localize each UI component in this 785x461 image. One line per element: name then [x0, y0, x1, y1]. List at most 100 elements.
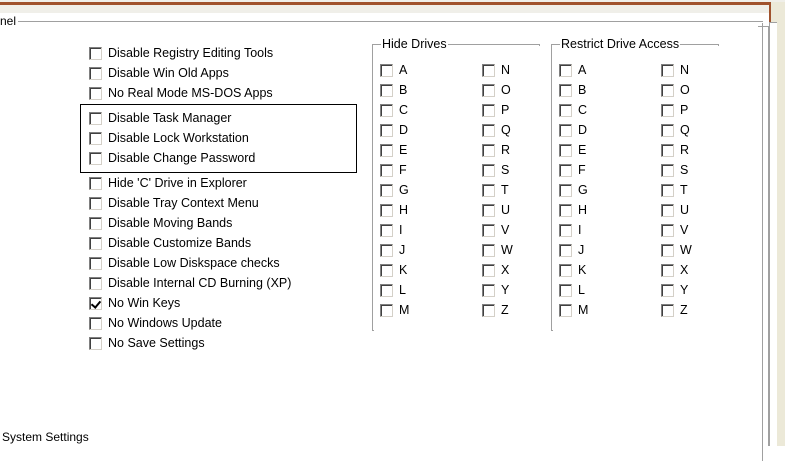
- checkbox[interactable]: [559, 144, 572, 157]
- restrict-drive-o[interactable]: O: [661, 83, 690, 98]
- option-hide-c-drive-in-explorer[interactable]: Hide 'C' Drive in Explorer: [89, 176, 247, 191]
- restrict-drive-y[interactable]: Y: [661, 283, 688, 298]
- checkbox[interactable]: [559, 64, 572, 77]
- hide-drive-l[interactable]: L: [380, 283, 406, 298]
- checkbox[interactable]: [380, 104, 393, 117]
- option-disable-internal-cd-burning-xp[interactable]: Disable Internal CD Burning (XP): [89, 276, 291, 291]
- checkbox-checked[interactable]: [89, 297, 102, 310]
- checkbox[interactable]: [89, 217, 102, 230]
- option-no-real-mode-ms-dos-apps[interactable]: No Real Mode MS-DOS Apps: [89, 86, 273, 101]
- checkbox[interactable]: [661, 204, 674, 217]
- restrict-drive-v[interactable]: V: [661, 223, 688, 238]
- hide-drive-x[interactable]: X: [482, 263, 509, 278]
- checkbox[interactable]: [661, 164, 674, 177]
- checkbox[interactable]: [661, 184, 674, 197]
- checkbox[interactable]: [380, 244, 393, 257]
- checkbox[interactable]: [89, 257, 102, 270]
- checkbox[interactable]: [89, 87, 102, 100]
- hide-drive-i[interactable]: I: [380, 223, 402, 238]
- checkbox[interactable]: [661, 64, 674, 77]
- option-disable-tray-context-menu[interactable]: Disable Tray Context Menu: [89, 196, 259, 211]
- checkbox[interactable]: [482, 204, 495, 217]
- hide-drive-g[interactable]: G: [380, 183, 409, 198]
- option-no-save-settings[interactable]: No Save Settings: [89, 336, 205, 351]
- hide-drive-b[interactable]: B: [380, 83, 407, 98]
- hide-drive-d[interactable]: D: [380, 123, 408, 138]
- hide-drive-e[interactable]: E: [380, 143, 407, 158]
- checkbox[interactable]: [380, 184, 393, 197]
- checkbox[interactable]: [559, 124, 572, 137]
- restrict-drive-u[interactable]: U: [661, 203, 689, 218]
- checkbox[interactable]: [661, 224, 674, 237]
- option-no-win-keys[interactable]: No Win Keys: [89, 296, 180, 311]
- restrict-drive-a[interactable]: A: [559, 63, 586, 78]
- hide-drive-v[interactable]: V: [482, 223, 509, 238]
- checkbox[interactable]: [559, 284, 572, 297]
- restrict-drive-m[interactable]: M: [559, 303, 588, 318]
- restrict-drive-r[interactable]: R: [661, 143, 689, 158]
- hide-drive-z[interactable]: Z: [482, 303, 509, 318]
- hide-drive-p[interactable]: P: [482, 103, 509, 118]
- checkbox[interactable]: [559, 184, 572, 197]
- restrict-drive-w[interactable]: W: [661, 243, 692, 258]
- checkbox[interactable]: [89, 277, 102, 290]
- option-disable-moving-bands[interactable]: Disable Moving Bands: [89, 216, 232, 231]
- option-disable-customize-bands[interactable]: Disable Customize Bands: [89, 236, 251, 251]
- checkbox[interactable]: [482, 104, 495, 117]
- hide-drive-y[interactable]: Y: [482, 283, 509, 298]
- checkbox[interactable]: [661, 144, 674, 157]
- restrict-drive-g[interactable]: G: [559, 183, 588, 198]
- checkbox[interactable]: [380, 284, 393, 297]
- hide-drive-c[interactable]: C: [380, 103, 408, 118]
- hide-drive-s[interactable]: S: [482, 163, 509, 178]
- checkbox[interactable]: [559, 244, 572, 257]
- checkbox[interactable]: [380, 144, 393, 157]
- restrict-drive-q[interactable]: Q: [661, 123, 690, 138]
- checkbox[interactable]: [661, 304, 674, 317]
- checkbox[interactable]: [482, 284, 495, 297]
- hide-drive-h[interactable]: H: [380, 203, 408, 218]
- checkbox[interactable]: [380, 164, 393, 177]
- restrict-drive-c[interactable]: C: [559, 103, 587, 118]
- restrict-drive-h[interactable]: H: [559, 203, 587, 218]
- checkbox[interactable]: [380, 84, 393, 97]
- checkbox[interactable]: [482, 164, 495, 177]
- checkbox[interactable]: [559, 164, 572, 177]
- checkbox[interactable]: [661, 124, 674, 137]
- restrict-drive-i[interactable]: I: [559, 223, 581, 238]
- hide-drive-r[interactable]: R: [482, 143, 510, 158]
- checkbox[interactable]: [661, 264, 674, 277]
- checkbox[interactable]: [559, 224, 572, 237]
- checkbox[interactable]: [380, 204, 393, 217]
- hide-drive-w[interactable]: W: [482, 243, 513, 258]
- restrict-drive-k[interactable]: K: [559, 263, 586, 278]
- checkbox[interactable]: [482, 264, 495, 277]
- checkbox[interactable]: [559, 204, 572, 217]
- option-disable-low-diskspace-checks[interactable]: Disable Low Diskspace checks: [89, 256, 280, 271]
- checkbox[interactable]: [89, 47, 102, 60]
- checkbox[interactable]: [661, 284, 674, 297]
- checkbox[interactable]: [559, 84, 572, 97]
- restrict-drive-l[interactable]: L: [559, 283, 585, 298]
- checkbox[interactable]: [661, 244, 674, 257]
- checkbox[interactable]: [380, 64, 393, 77]
- option-disable-win-old-apps[interactable]: Disable Win Old Apps: [89, 66, 229, 81]
- option-no-windows-update[interactable]: No Windows Update: [89, 316, 222, 331]
- checkbox[interactable]: [380, 224, 393, 237]
- checkbox[interactable]: [89, 337, 102, 350]
- restrict-drive-d[interactable]: D: [559, 123, 587, 138]
- restrict-drive-t[interactable]: T: [661, 183, 688, 198]
- checkbox[interactable]: [661, 104, 674, 117]
- checkbox[interactable]: [559, 264, 572, 277]
- hide-drive-a[interactable]: A: [380, 63, 407, 78]
- checkbox[interactable]: [380, 264, 393, 277]
- checkbox[interactable]: [559, 104, 572, 117]
- hide-drive-u[interactable]: U: [482, 203, 510, 218]
- restrict-drive-s[interactable]: S: [661, 163, 688, 178]
- hide-drive-f[interactable]: F: [380, 163, 407, 178]
- checkbox[interactable]: [89, 177, 102, 190]
- hide-drive-n[interactable]: N: [482, 63, 510, 78]
- checkbox[interactable]: [482, 144, 495, 157]
- checkbox[interactable]: [482, 64, 495, 77]
- checkbox[interactable]: [482, 304, 495, 317]
